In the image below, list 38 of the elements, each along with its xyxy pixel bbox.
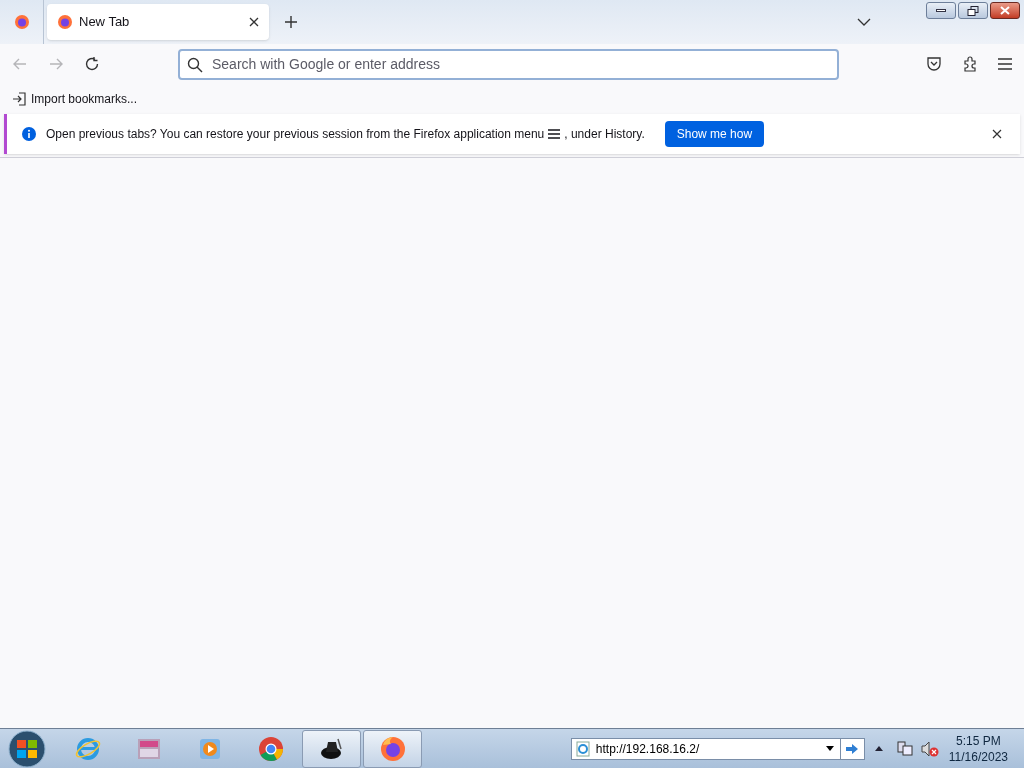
reload-icon[interactable]: [84, 56, 100, 72]
address-toolbar-field[interactable]: http://192.168.16.2/: [570, 737, 841, 760]
notification-message: Open previous tabs? You can restore your previous session from the Firefox application menu: [46, 126, 545, 143]
minimize-button[interactable]: [926, 2, 956, 19]
search-icon: [187, 56, 203, 73]
show-hidden-icons-icon[interactable]: [874, 746, 883, 751]
plus-icon: [284, 15, 298, 29]
close-icon: [1000, 6, 1010, 15]
firefox-icon: [378, 734, 407, 763]
dropdown-arrow-icon[interactable]: [825, 746, 834, 751]
chevron-down-icon[interactable]: [857, 17, 871, 27]
pocket-icon[interactable]: [926, 56, 942, 72]
show-me-how-button[interactable]: Show me how: [664, 121, 765, 147]
close-icon[interactable]: [249, 17, 259, 27]
browser-tab[interactable]: New Tab: [47, 4, 269, 40]
restore-icon: [967, 5, 979, 16]
import-icon: [12, 92, 26, 106]
close-icon[interactable]: [992, 129, 1002, 139]
start-button[interactable]: [6, 729, 48, 768]
address-bar[interactable]: Search with Google or enter address: [178, 48, 839, 80]
close-button[interactable]: [990, 2, 1020, 19]
clock-time[interactable]: 5:15 PM: [956, 732, 1001, 749]
page-icon: [575, 740, 590, 757]
muted-speaker-icon[interactable]: [920, 740, 939, 757]
info-icon: [21, 126, 37, 142]
clock-date[interactable]: 11/16/2023: [948, 748, 1008, 765]
firefox-icon: [57, 14, 73, 30]
puzzle-icon[interactable]: [962, 56, 978, 72]
import-bookmarks-link[interactable]: Import bookmarks...: [12, 90, 138, 108]
notification-message-end: , under History.: [564, 126, 645, 143]
go-button[interactable]: [840, 737, 865, 760]
arrow-right-icon: [845, 742, 860, 755]
restore-button[interactable]: [958, 2, 988, 19]
chrome-icon: [256, 734, 285, 763]
taskbar-app-button[interactable]: [302, 729, 361, 768]
menu-icon[interactable]: [998, 58, 1012, 70]
menu-icon: [548, 129, 561, 139]
firefox-icon[interactable]: [13, 14, 30, 30]
